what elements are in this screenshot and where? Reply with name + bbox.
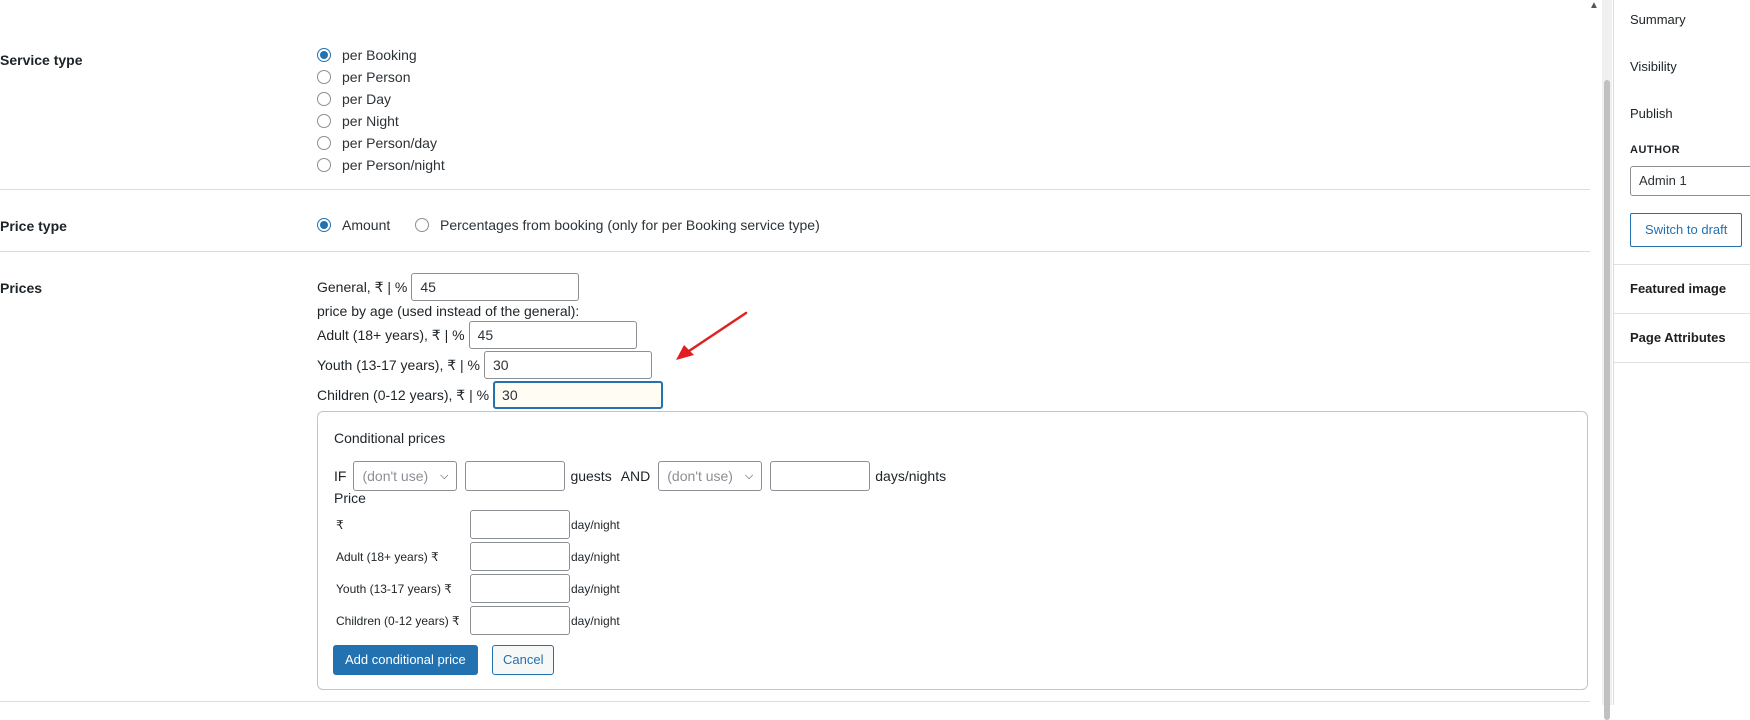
children-price-input[interactable]	[493, 381, 664, 409]
radio-circle[interactable]	[317, 48, 331, 62]
chevron-down-icon: ⌵	[744, 469, 754, 482]
summary-heading: Summary	[1630, 12, 1686, 27]
radio-amount[interactable]: Amount	[317, 215, 390, 235]
guests-label: guests	[570, 468, 612, 484]
main-scrollbar[interactable]	[1602, 0, 1612, 720]
radio-per-person-day[interactable]: per Person/day	[317, 133, 437, 153]
price-type-label: Price type	[0, 218, 67, 234]
radio-label: per Day	[342, 91, 392, 107]
conditional-price-row: Adult (18+ years) ₹ day/night	[318, 542, 718, 571]
guests-condition-select[interactable]: (don't use) ⌵	[353, 461, 458, 491]
adult-price-label: Adult (18+ years), ₹ | %	[317, 326, 465, 343]
radio-circle[interactable]	[317, 136, 331, 150]
children-price-label: Children (0-12 years), ₹ | %	[317, 386, 490, 403]
switch-to-draft-button[interactable]: Switch to draft	[1630, 213, 1743, 247]
featured-image-panel[interactable]: Featured image	[1630, 281, 1726, 296]
days-nights-label: days/nights	[875, 468, 947, 484]
radio-label: per Night	[342, 113, 399, 129]
prices-label: Prices	[0, 280, 43, 296]
radio-per-day[interactable]: per Day	[317, 89, 391, 109]
children-price-row: Children (0-12 years), ₹ | %	[317, 381, 664, 409]
radio-circle[interactable]	[317, 70, 331, 84]
radio-label: per Person	[342, 69, 411, 85]
cp-label-general: ₹	[336, 518, 344, 532]
radio-circle[interactable]	[317, 158, 331, 172]
page-attributes-panel[interactable]: Page Attributes	[1630, 330, 1726, 345]
radio-per-night[interactable]: per Night	[317, 111, 399, 131]
price-sub-label: Price	[334, 490, 366, 506]
radio-per-person-night[interactable]: per Person/night	[317, 155, 445, 175]
general-price-row: General, ₹ | %	[317, 273, 580, 301]
settings-sidebar: Summary Visibility Publish AUTHOR Admin …	[1614, 0, 1750, 705]
conditional-prices-title: Conditional prices	[334, 430, 446, 446]
author-select[interactable]: Admin 1	[1630, 166, 1750, 196]
radio-circle[interactable]	[415, 218, 429, 232]
radio-label: per Person/night	[342, 157, 445, 173]
author-label: AUTHOR	[1630, 144, 1681, 156]
divider	[0, 251, 1590, 252]
main-content: ▲ Service type per Booking per Person pe…	[0, 0, 1600, 705]
service-type-label: Service type	[0, 52, 83, 68]
cp-input-adult[interactable]	[470, 542, 570, 571]
radio-label: per Booking	[342, 47, 417, 63]
cp-label-adult: Adult (18+ years) ₹	[336, 550, 439, 564]
general-price-input[interactable]	[411, 273, 580, 301]
cp-unit: day/night	[571, 550, 620, 564]
select-value: (don't use)	[362, 468, 429, 484]
youth-price-row: Youth (13-17 years), ₹ | %	[317, 351, 652, 379]
divider	[0, 189, 1590, 190]
youth-price-input[interactable]	[484, 351, 652, 379]
cp-label-youth: Youth (13-17 years) ₹	[336, 582, 452, 596]
if-label: IF	[334, 468, 347, 484]
radio-circle[interactable]	[317, 92, 331, 106]
conditional-price-row: Children (0-12 years) ₹ day/night	[318, 606, 718, 635]
divider	[1614, 313, 1750, 314]
select-value: (don't use)	[667, 468, 733, 484]
radio-percentages[interactable]: Percentages from booking (only for per B…	[415, 215, 820, 235]
conditional-prices-panel: Conditional prices IF (don't use) ⌵ gues…	[317, 411, 1588, 690]
youth-price-label: Youth (13-17 years), ₹ | %	[317, 356, 480, 373]
radio-per-booking[interactable]: per Booking	[317, 45, 417, 65]
scrollbar-thumb[interactable]	[1604, 80, 1610, 720]
adult-price-row: Adult (18+ years), ₹ | %	[317, 321, 637, 349]
cancel-button[interactable]: Cancel	[492, 645, 555, 675]
cp-unit: day/night	[571, 582, 620, 596]
days-condition-select[interactable]: (don't use) ⌵	[658, 461, 763, 491]
publish-row[interactable]: Publish	[1630, 106, 1673, 121]
visibility-row[interactable]: Visibility	[1630, 59, 1677, 74]
radio-label: Amount	[342, 217, 391, 233]
conditional-price-row: ₹ day/night	[318, 510, 718, 539]
days-count-input[interactable]	[770, 461, 871, 491]
cp-input-general[interactable]	[470, 510, 570, 539]
radio-label: Percentages from booking (only for per B…	[440, 217, 820, 233]
cp-input-youth[interactable]	[470, 574, 570, 603]
condition-row: IF (don't use) ⌵ guests AND (don't use) …	[334, 461, 946, 491]
conditional-price-row: Youth (13-17 years) ₹ day/night	[318, 574, 718, 603]
radio-per-person[interactable]: per Person	[317, 67, 410, 87]
cp-label-children: Children (0-12 years) ₹	[336, 614, 460, 628]
annotation-arrow-icon	[676, 311, 748, 360]
cp-input-children[interactable]	[470, 606, 570, 635]
divider	[1614, 362, 1750, 363]
divider	[1614, 264, 1750, 265]
cp-unit: day/night	[571, 614, 620, 628]
radio-circle[interactable]	[317, 218, 331, 232]
general-price-label: General, ₹ | %	[317, 278, 408, 295]
guests-count-input[interactable]	[465, 461, 566, 491]
adult-price-input[interactable]	[468, 321, 637, 349]
radio-circle[interactable]	[317, 114, 331, 128]
and-label: AND	[620, 468, 651, 484]
cp-unit: day/night	[571, 518, 620, 532]
radio-label: per Person/day	[342, 135, 437, 151]
divider	[0, 701, 1590, 702]
scroll-up-arrow-icon[interactable]: ▲	[1586, 0, 1600, 12]
add-conditional-price-button[interactable]: Add conditional price	[333, 645, 478, 675]
chevron-down-icon: ⌵	[440, 469, 449, 482]
